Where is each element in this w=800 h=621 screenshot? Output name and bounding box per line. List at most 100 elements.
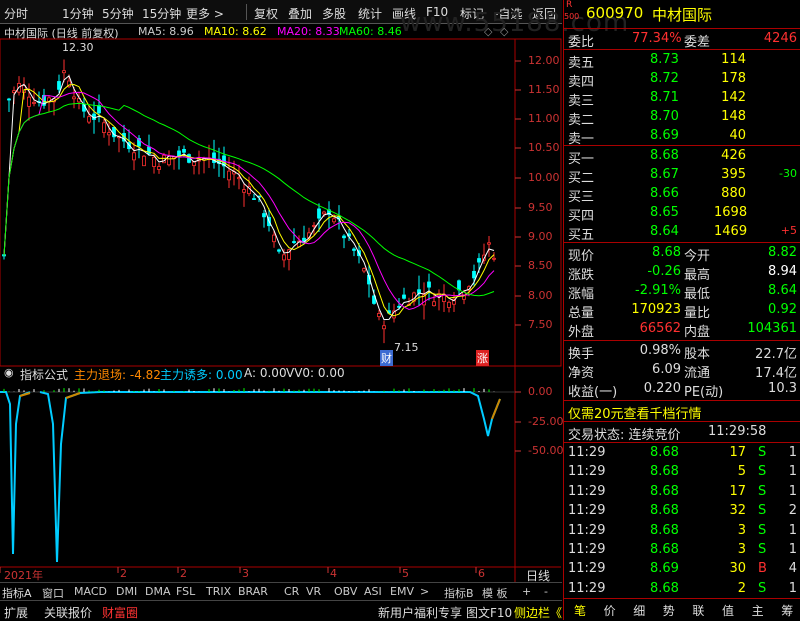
indicator-tab[interactable]: EMV (390, 585, 414, 598)
right-tab[interactable]: 联 (692, 602, 704, 619)
trade-volume: 5 (737, 464, 746, 480)
indicator-tick: -50.00 (528, 444, 564, 457)
indicator-tab-right[interactable]: 指标B (444, 585, 474, 601)
bottom-bar-right-item[interactable]: 新用户福利专享 (378, 604, 462, 621)
toolbar-item-8[interactable]: 统计 (358, 5, 382, 22)
indicator-tab-right[interactable]: + (522, 585, 531, 598)
kline-chart[interactable] (0, 24, 562, 620)
indicator-tab[interactable]: FSL (176, 585, 195, 598)
trade-volume: 30 (729, 561, 746, 577)
indicator-line-orange (19, 392, 501, 420)
trade-row: 11:29 8.68 17 S 1 (568, 445, 797, 460)
indicator-tab-right[interactable]: 模 板 (482, 585, 508, 601)
toolbar-item-2[interactable]: 5分钟 (102, 5, 134, 22)
a-value: A: 0.00 (244, 366, 287, 380)
candle-body (242, 189, 246, 193)
candle-body (87, 116, 91, 123)
indicator-line (0, 391, 31, 555)
toolbar-item-4[interactable]: 更多 > (186, 5, 224, 22)
price-tick: 8.00 (528, 289, 553, 302)
r-badge: R (566, 0, 573, 10)
indicator-tab[interactable]: VR (306, 585, 321, 598)
order-volume: 1698 (714, 205, 748, 220)
stock-code: 600970 (586, 4, 644, 22)
rise-marker[interactable]: 涨 (476, 350, 489, 366)
toolbar-item-1[interactable]: 1分钟 (62, 5, 94, 22)
weibi-row: 委比 77.34% 委差 4246 (568, 31, 797, 50)
candle-body (317, 208, 321, 219)
trade-side: S (758, 503, 767, 519)
candle-body (312, 225, 316, 227)
trade-volume: 32 (729, 503, 746, 519)
order-volume: 148 (721, 109, 746, 124)
toolbar-item-0[interactable]: 分时 (4, 5, 28, 22)
indicator-tab[interactable]: MACD (74, 585, 107, 598)
trade-count: 1 (788, 522, 797, 538)
indicator-tick: -25.00 (528, 415, 564, 428)
quote-value: 0.92 (768, 302, 797, 317)
right-tab[interactable]: 势 (663, 602, 675, 619)
toolbar-item-7[interactable]: 多股 (322, 5, 346, 22)
right-tab[interactable]: 细 (633, 602, 645, 619)
fund-value: 0.220 (643, 381, 681, 396)
tab-more-icon[interactable]: > (420, 585, 429, 598)
indicator-tab[interactable]: OBV (334, 585, 357, 598)
candle-body (162, 154, 166, 164)
bottom-bar-item[interactable]: 财富圈 (102, 604, 138, 621)
indicator-tab[interactable]: DMA (145, 585, 171, 598)
trade-count: 2 (788, 503, 797, 519)
candle-body (97, 105, 101, 114)
indicator-tab[interactable]: DMI (116, 585, 137, 598)
bottom-bar-right-item[interactable]: 图文F10 (466, 604, 512, 621)
candle-body (132, 152, 136, 161)
candle-body (272, 234, 276, 243)
finance-marker[interactable]: 财 (380, 350, 393, 366)
vv-value: VV0: 0.00 (286, 366, 345, 380)
weicha-value: 4246 (763, 31, 797, 46)
sell-order-row: 卖三 8.71 142 (568, 90, 746, 109)
promo-row[interactable]: 仅需20元查看千档行情 (564, 401, 800, 422)
bottom-bar-item[interactable]: 关联报价 (44, 604, 92, 621)
indicator-tab[interactable]: 窗口 (42, 585, 64, 601)
right-tab[interactable]: 价 (604, 602, 616, 619)
order-price: 8.68 (650, 148, 679, 163)
ma60-line (3, 102, 495, 297)
trade-price: 8.68 (650, 445, 679, 460)
order-volume: 114 (721, 52, 746, 67)
candle-body (57, 81, 61, 90)
trade-row: 11:29 8.68 5 S 1 (568, 464, 797, 480)
indicator-tab[interactable]: 指标A (2, 585, 32, 601)
zhuli-lure-value: 主力诱多: 0.00 (160, 368, 243, 382)
candle-body (332, 218, 336, 223)
order-volume: 1469 (714, 224, 748, 239)
bottom-bar-right-item[interactable]: 侧边栏《 (514, 604, 562, 621)
candle-body (377, 313, 381, 318)
bottom-bar-item[interactable]: 扩展 (4, 604, 28, 621)
indicator-settings-icon[interactable]: ◉ (4, 366, 14, 379)
trade-volume: 17 (729, 445, 746, 460)
right-tab[interactable]: 笔 (574, 602, 586, 619)
indicator-tab[interactable]: CR (284, 585, 299, 598)
trade-volume: 3 (737, 522, 746, 538)
ma5-line (3, 74, 495, 321)
quote-row: 现价 8.68 今开 8.82 (568, 245, 797, 264)
indicator-tab[interactable]: BRAR (238, 585, 268, 598)
right-tab[interactable]: 主 (752, 602, 764, 619)
indicator-tab[interactable]: TRIX (206, 585, 231, 598)
right-tab[interactable]: 筹 (781, 602, 793, 619)
toolbar-item-5[interactable]: 复权 (254, 5, 278, 22)
right-tab[interactable]: 值 (722, 602, 734, 619)
buy-order-row: 买四 8.65 1698 (568, 205, 748, 224)
toolbar-item-6[interactable]: 叠加 (288, 5, 312, 22)
indicator-tick: 0.00 (528, 385, 553, 398)
indicator-tab-right[interactable]: - (544, 585, 548, 598)
promo-link[interactable]: 仅需20元查看千档行情 (568, 403, 702, 422)
weibi-value: 77.34% (632, 31, 682, 46)
order-volume: 142 (721, 90, 746, 105)
candle-body (362, 268, 366, 272)
indicator-tab[interactable]: ASI (364, 585, 382, 598)
trade-side: S (758, 483, 767, 499)
toolbar-item-3[interactable]: 15分钟 (142, 5, 181, 22)
stock-name: 中材国际 (652, 6, 713, 24)
candle-body (432, 301, 436, 307)
